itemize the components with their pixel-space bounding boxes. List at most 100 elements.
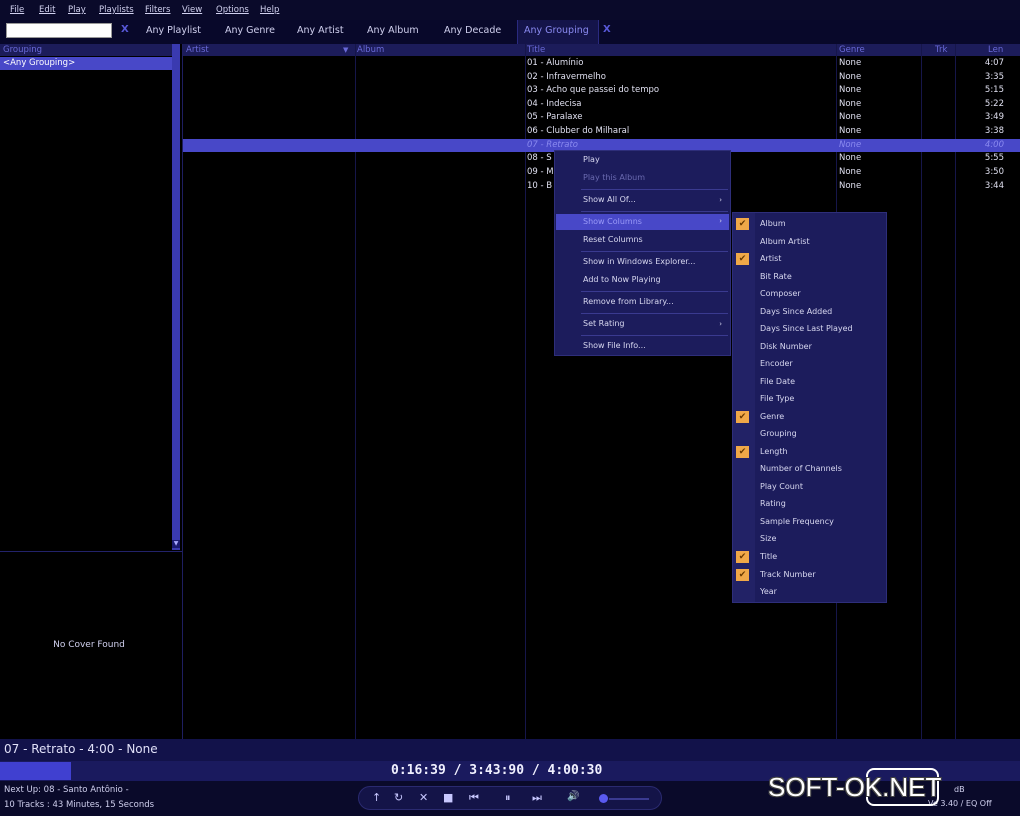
- track-length: 3:50: [984, 167, 1004, 177]
- track-length: 5:55: [984, 153, 1004, 163]
- close-filter-button[interactable]: X: [603, 24, 611, 35]
- filter-playlist[interactable]: Any Playlist: [146, 25, 201, 36]
- grouping-item-any[interactable]: <Any Grouping>: [0, 57, 172, 70]
- track-title: 06 - Clubber do Milharal: [527, 126, 630, 136]
- column-album[interactable]: Album: [357, 44, 384, 56]
- menu-item-show-columns[interactable]: Show Columns: [583, 217, 642, 226]
- column-length[interactable]: Len: [988, 44, 1003, 56]
- table-row[interactable]: 01 - Alumínio None 4:07: [183, 57, 1020, 70]
- menu-item-set-rating[interactable]: Set Rating: [583, 319, 624, 328]
- tracks-summary: 10 Tracks : 43 Minutes, 15 Seconds: [4, 800, 155, 810]
- menu-item-show-in-explorer[interactable]: Show in Windows Explorer...: [583, 257, 695, 266]
- watermark-left: SOFT-: [768, 772, 845, 802]
- grouping-list[interactable]: <Any Grouping>: [0, 56, 172, 548]
- search-input[interactable]: [6, 23, 112, 38]
- sort-down-icon: ▼: [343, 46, 349, 54]
- track-title: 05 - Paralaxe: [527, 112, 583, 122]
- now-playing-bar: 07 - Retrato - 4:00 - None: [0, 739, 1020, 761]
- next-icon[interactable]: ⏭: [532, 791, 542, 805]
- column-option-sample-frequency[interactable]: Sample Frequency: [760, 517, 834, 526]
- menu-playlists[interactable]: Playlists: [99, 5, 134, 15]
- column-option-disk-number[interactable]: Disk Number: [760, 342, 812, 351]
- column-option-play-count[interactable]: Play Count: [760, 482, 803, 491]
- column-track[interactable]: Trk: [935, 44, 947, 56]
- scroll-down-arrow-icon[interactable]: ▼: [172, 540, 180, 548]
- table-row[interactable]: 02 - Infravermelho None 3:35: [183, 71, 1020, 84]
- volume-icon[interactable]: 🔊: [567, 791, 579, 802]
- menu-item-play-album[interactable]: Play this Album: [583, 173, 645, 182]
- check-icon: ✔: [736, 218, 749, 230]
- clear-search-button[interactable]: X: [121, 24, 129, 35]
- filter-decade[interactable]: Any Decade: [444, 25, 501, 36]
- column-option-album[interactable]: Album: [760, 219, 786, 228]
- table-row[interactable]: 04 - Indecisa None 5:22: [183, 98, 1020, 111]
- menu-highlight: [556, 214, 729, 230]
- filter-genre[interactable]: Any Genre: [225, 25, 275, 36]
- column-option-year[interactable]: Year: [760, 587, 777, 596]
- menu-play[interactable]: Play: [68, 5, 86, 15]
- menu-options[interactable]: Options: [216, 5, 249, 15]
- track-genre: None: [839, 181, 862, 191]
- column-option-days-since-added[interactable]: Days Since Added: [760, 307, 832, 316]
- column-title[interactable]: Title: [527, 44, 545, 56]
- menu-item-play[interactable]: Play: [583, 155, 600, 164]
- column-option-encoder[interactable]: Encoder: [760, 359, 793, 368]
- volume-slider[interactable]: [609, 798, 649, 800]
- up-icon[interactable]: ↑: [372, 791, 381, 804]
- column-artist[interactable]: Artist: [186, 44, 209, 56]
- track-genre: None: [839, 167, 862, 177]
- watermark-box-text: OK: [844, 772, 883, 802]
- stop-icon[interactable]: ■: [443, 791, 453, 804]
- column-genre[interactable]: Genre: [839, 44, 865, 56]
- filter-artist[interactable]: Any Artist: [297, 25, 344, 36]
- column-option-file-date[interactable]: File Date: [760, 377, 795, 386]
- column-option-file-type[interactable]: File Type: [760, 394, 794, 403]
- menu-filters[interactable]: Filters: [145, 5, 170, 15]
- watermark: SOFT-OK.NET: [768, 772, 941, 803]
- volume-knob[interactable]: [599, 794, 608, 803]
- menu-bar: File Edit Play Playlists Filters View Op…: [0, 0, 1020, 21]
- column-option-length[interactable]: Length: [760, 447, 788, 456]
- context-menu: Play Play this Album Show All Of... › Sh…: [554, 150, 731, 356]
- repeat-icon[interactable]: ↻: [394, 791, 403, 804]
- menu-item-show-file-info[interactable]: Show File Info...: [583, 341, 646, 350]
- column-option-size[interactable]: Size: [760, 534, 776, 543]
- column-option-composer[interactable]: Composer: [760, 289, 801, 298]
- menu-item-add-now-playing[interactable]: Add to Now Playing: [583, 275, 661, 284]
- column-option-days-since-last-played[interactable]: Days Since Last Played: [760, 324, 853, 333]
- menu-edit[interactable]: Edit: [39, 5, 55, 15]
- track-genre: None: [839, 85, 862, 95]
- track-length: 5:22: [984, 99, 1004, 109]
- filter-grouping-tab[interactable]: Any Grouping: [517, 20, 599, 44]
- column-option-number-of-channels[interactable]: Number of Channels: [760, 464, 842, 473]
- grouping-scrollbar[interactable]: [172, 44, 180, 550]
- check-icon: ✔: [736, 411, 749, 423]
- column-option-artist[interactable]: Artist: [760, 254, 781, 263]
- column-option-track-number[interactable]: Track Number: [760, 570, 816, 579]
- filter-album[interactable]: Any Album: [367, 25, 419, 36]
- table-row[interactable]: 05 - Paralaxe None 3:49: [183, 111, 1020, 124]
- column-option-album-artist[interactable]: Album Artist: [760, 237, 810, 246]
- track-length: 3:35: [984, 72, 1004, 82]
- column-option-title[interactable]: Title: [760, 552, 777, 561]
- column-option-genre[interactable]: Genre: [760, 412, 784, 421]
- check-icon: ✔: [736, 253, 749, 265]
- menu-item-reset-columns[interactable]: Reset Columns: [583, 235, 643, 244]
- table-row[interactable]: 03 - Acho que passei do tempo None 5:15: [183, 84, 1020, 97]
- track-title: 09 - M: [527, 167, 554, 177]
- table-row[interactable]: 06 - Clubber do Milharal None 3:38: [183, 125, 1020, 138]
- menu-item-show-all-of[interactable]: Show All Of...: [583, 195, 636, 204]
- track-length: 3:44: [984, 181, 1004, 191]
- menu-help[interactable]: Help: [260, 5, 279, 15]
- column-option-grouping[interactable]: Grouping: [760, 429, 797, 438]
- previous-icon[interactable]: ⏮: [469, 791, 479, 805]
- grouping-header: Grouping: [0, 44, 179, 56]
- track-length: 4:00: [984, 140, 1004, 150]
- menu-view[interactable]: View: [182, 5, 202, 15]
- column-option-bit-rate[interactable]: Bit Rate: [760, 272, 792, 281]
- shuffle-icon[interactable]: ✕: [419, 791, 428, 804]
- column-option-rating[interactable]: Rating: [760, 499, 786, 508]
- menu-item-remove-library[interactable]: Remove from Library...: [583, 297, 674, 306]
- menu-file[interactable]: File: [10, 5, 24, 15]
- pause-icon[interactable]: ⏸: [505, 791, 511, 805]
